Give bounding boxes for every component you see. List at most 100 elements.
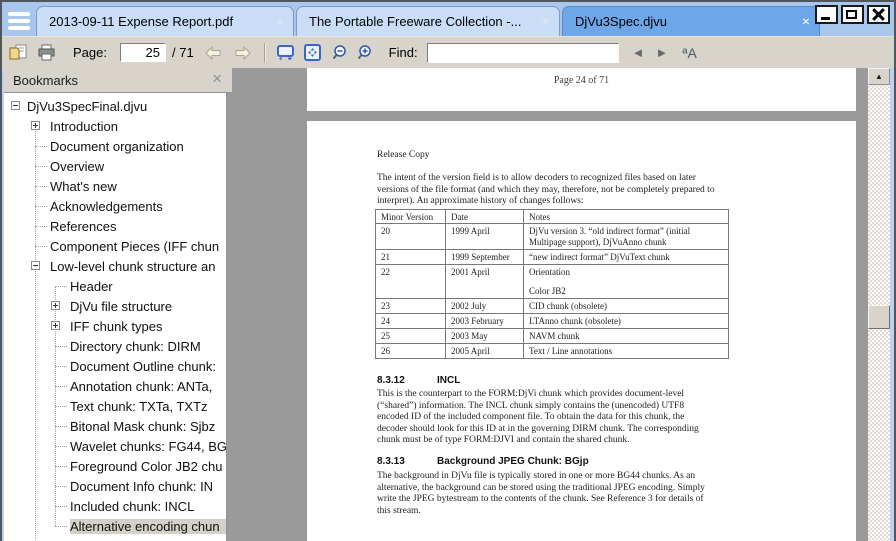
bookmark-item[interactable]: Acknowledgements	[4, 196, 226, 216]
app-window: 2013-09-11 Expense Report.pdf × The Port…	[0, 0, 896, 541]
scroll-up-icon[interactable]: ▲	[868, 68, 890, 85]
bookmark-item[interactable]: Document Info chunk: IN	[4, 476, 226, 496]
tab-close-icon[interactable]: ×	[542, 7, 550, 35]
previous-page-icon[interactable]	[202, 44, 224, 62]
bookmark-item[interactable]: DjVu in the	[4, 536, 226, 541]
bookmarks-sidebar: Bookmarks × DjVu3SpecFinal.djvu Introduc…	[4, 68, 232, 541]
tab-close-icon[interactable]: ×	[276, 7, 284, 35]
table-row: 22 2001 April Orientation Color JB2	[376, 265, 729, 299]
close-button[interactable]	[867, 5, 890, 24]
bookmark-item[interactable]: Foreground Color JB2 chu	[4, 456, 226, 476]
tree-connector	[35, 146, 47, 147]
tree-connector	[35, 246, 47, 247]
tree-connector	[55, 406, 67, 407]
page-label: Page:	[73, 45, 107, 60]
next-page-icon[interactable]	[232, 44, 254, 62]
bookmark-item[interactable]: Document organization	[4, 136, 226, 156]
tree-connector	[55, 486, 67, 487]
open-file-icon[interactable]	[9, 44, 28, 61]
tree-connector	[55, 426, 67, 427]
bookmark-item[interactable]: IFF chunk types	[4, 316, 226, 336]
tab-portable-freeware[interactable]: The Portable Freeware Collection -... ×	[296, 6, 560, 36]
tab-label: DjVu3Spec.djvu	[575, 14, 667, 29]
tree-collapse-icon[interactable]	[31, 261, 40, 270]
tree-collapse-icon[interactable]	[11, 101, 20, 110]
page-number-input[interactable]	[120, 43, 166, 62]
page-24-fragment: Page 24 of 71	[307, 68, 856, 111]
tree-expand-icon[interactable]	[31, 121, 40, 130]
bookmark-item[interactable]: Header	[4, 276, 226, 296]
tab-close-icon[interactable]: ×	[802, 7, 810, 35]
tree-connector	[55, 506, 67, 507]
find-next-icon[interactable]: ►	[655, 45, 668, 60]
bookmark-item[interactable]: Annotation chunk: ANTa,	[4, 376, 226, 396]
intro-paragraph: The intent of the version field is to al…	[377, 173, 715, 208]
maximize-button[interactable]	[841, 5, 864, 24]
table-row: 25 2003 May NAVM chunk	[376, 329, 729, 344]
bookmark-item[interactable]: Wavelet chunks: FG44, BG	[4, 436, 226, 456]
bookmark-item[interactable]: Introduction	[4, 116, 226, 136]
window-controls	[815, 5, 890, 24]
tab-label: The Portable Freeware Collection -...	[309, 14, 521, 29]
tree-connector	[55, 526, 67, 527]
find-input[interactable]	[427, 43, 619, 63]
section-paragraph: This is the counterpart to the FORM:DjVi…	[377, 389, 699, 447]
tree-connector	[55, 386, 67, 387]
page-total-label: / 71	[172, 45, 194, 60]
table-row: 24 2003 February LTAnno chunk (obsolete)	[376, 314, 729, 329]
titlebar: 2013-09-11 Expense Report.pdf × The Port…	[2, 2, 894, 36]
bookmark-item[interactable]: Document Outline chunk:	[4, 356, 226, 376]
bookmark-item-root[interactable]: DjVu3SpecFinal.djvu	[4, 96, 226, 116]
bookmark-item-selected[interactable]: Alternative encoding chun	[4, 516, 226, 536]
document-canvas[interactable]: Page 24 of 71 Release Copy The intent of…	[232, 68, 868, 541]
match-case-icon[interactable]: ªA	[682, 45, 697, 61]
tab-bar: 2013-09-11 Expense Report.pdf × The Port…	[36, 6, 820, 36]
bookmark-item[interactable]: Text chunk: TXTa, TXTz	[4, 396, 226, 416]
bookmark-item[interactable]: DjVu file structure	[4, 296, 226, 316]
bookmark-item[interactable]: Included chunk: INCL	[4, 496, 226, 516]
bookmarks-title: Bookmarks	[13, 73, 78, 88]
table-row: 21 1999 September “new indirect format” …	[376, 250, 729, 265]
bookmark-item[interactable]: Bitonal Mask chunk: Sjbz	[4, 416, 226, 436]
bookmark-item[interactable]: Component Pieces (IFF chun	[4, 236, 226, 256]
tab-djvu3spec[interactable]: DjVu3Spec.djvu ×	[562, 6, 820, 36]
main-area: Bookmarks × DjVu3SpecFinal.djvu Introduc…	[2, 68, 894, 541]
scrollbar-thumb[interactable]	[868, 305, 890, 329]
tree-connector	[35, 206, 47, 207]
tree-connector	[35, 186, 47, 187]
table-row: 26 2005 April Text / Line annotations	[376, 344, 729, 359]
vertical-scrollbar[interactable]: ▲	[868, 68, 890, 541]
minimize-button[interactable]	[815, 5, 838, 24]
release-copy-label: Release Copy	[377, 150, 430, 160]
find-previous-icon[interactable]: ◄	[632, 45, 645, 60]
section-paragraph: The background in DjVu file is typically…	[377, 471, 705, 517]
tree-connector	[55, 446, 67, 447]
table-header-row: Minor Version Date Notes	[376, 210, 729, 224]
tree-connector	[55, 346, 67, 347]
toolbar-separator	[264, 43, 266, 63]
window-inner-edge	[890, 68, 894, 541]
bookmark-item[interactable]: Directory chunk: DIRM	[4, 336, 226, 356]
section-heading: 8.3.13Background JPEG Chunk: BGjp	[377, 456, 589, 467]
zoom-in-icon[interactable]	[356, 44, 376, 62]
print-icon[interactable]	[37, 44, 56, 61]
bookmark-item[interactable]: Low-level chunk structure an	[4, 256, 226, 276]
toolbar: Page: / 71	[2, 36, 894, 68]
tree-expand-icon[interactable]	[51, 321, 60, 330]
page-footer: Page 24 of 71	[307, 75, 856, 86]
fit-width-icon[interactable]	[276, 44, 295, 61]
bookmark-item[interactable]: References	[4, 216, 226, 236]
tree-connector	[35, 226, 47, 227]
tree-expand-icon[interactable]	[51, 301, 60, 310]
menu-hamburger-icon[interactable]	[6, 11, 34, 33]
sidebar-close-icon[interactable]: ×	[212, 69, 222, 89]
zoom-out-icon[interactable]	[331, 44, 351, 62]
tab-expense-report[interactable]: 2013-09-11 Expense Report.pdf ×	[36, 6, 294, 36]
fit-page-icon[interactable]	[303, 44, 322, 61]
find-label: Find:	[389, 45, 418, 60]
tree-connector	[55, 366, 67, 367]
tree-connector	[35, 166, 47, 167]
bookmark-item[interactable]: What's new	[4, 176, 226, 196]
version-history-table: Minor Version Date Notes 20 1999 April D…	[375, 209, 729, 359]
bookmark-item[interactable]: Overview	[4, 156, 226, 176]
